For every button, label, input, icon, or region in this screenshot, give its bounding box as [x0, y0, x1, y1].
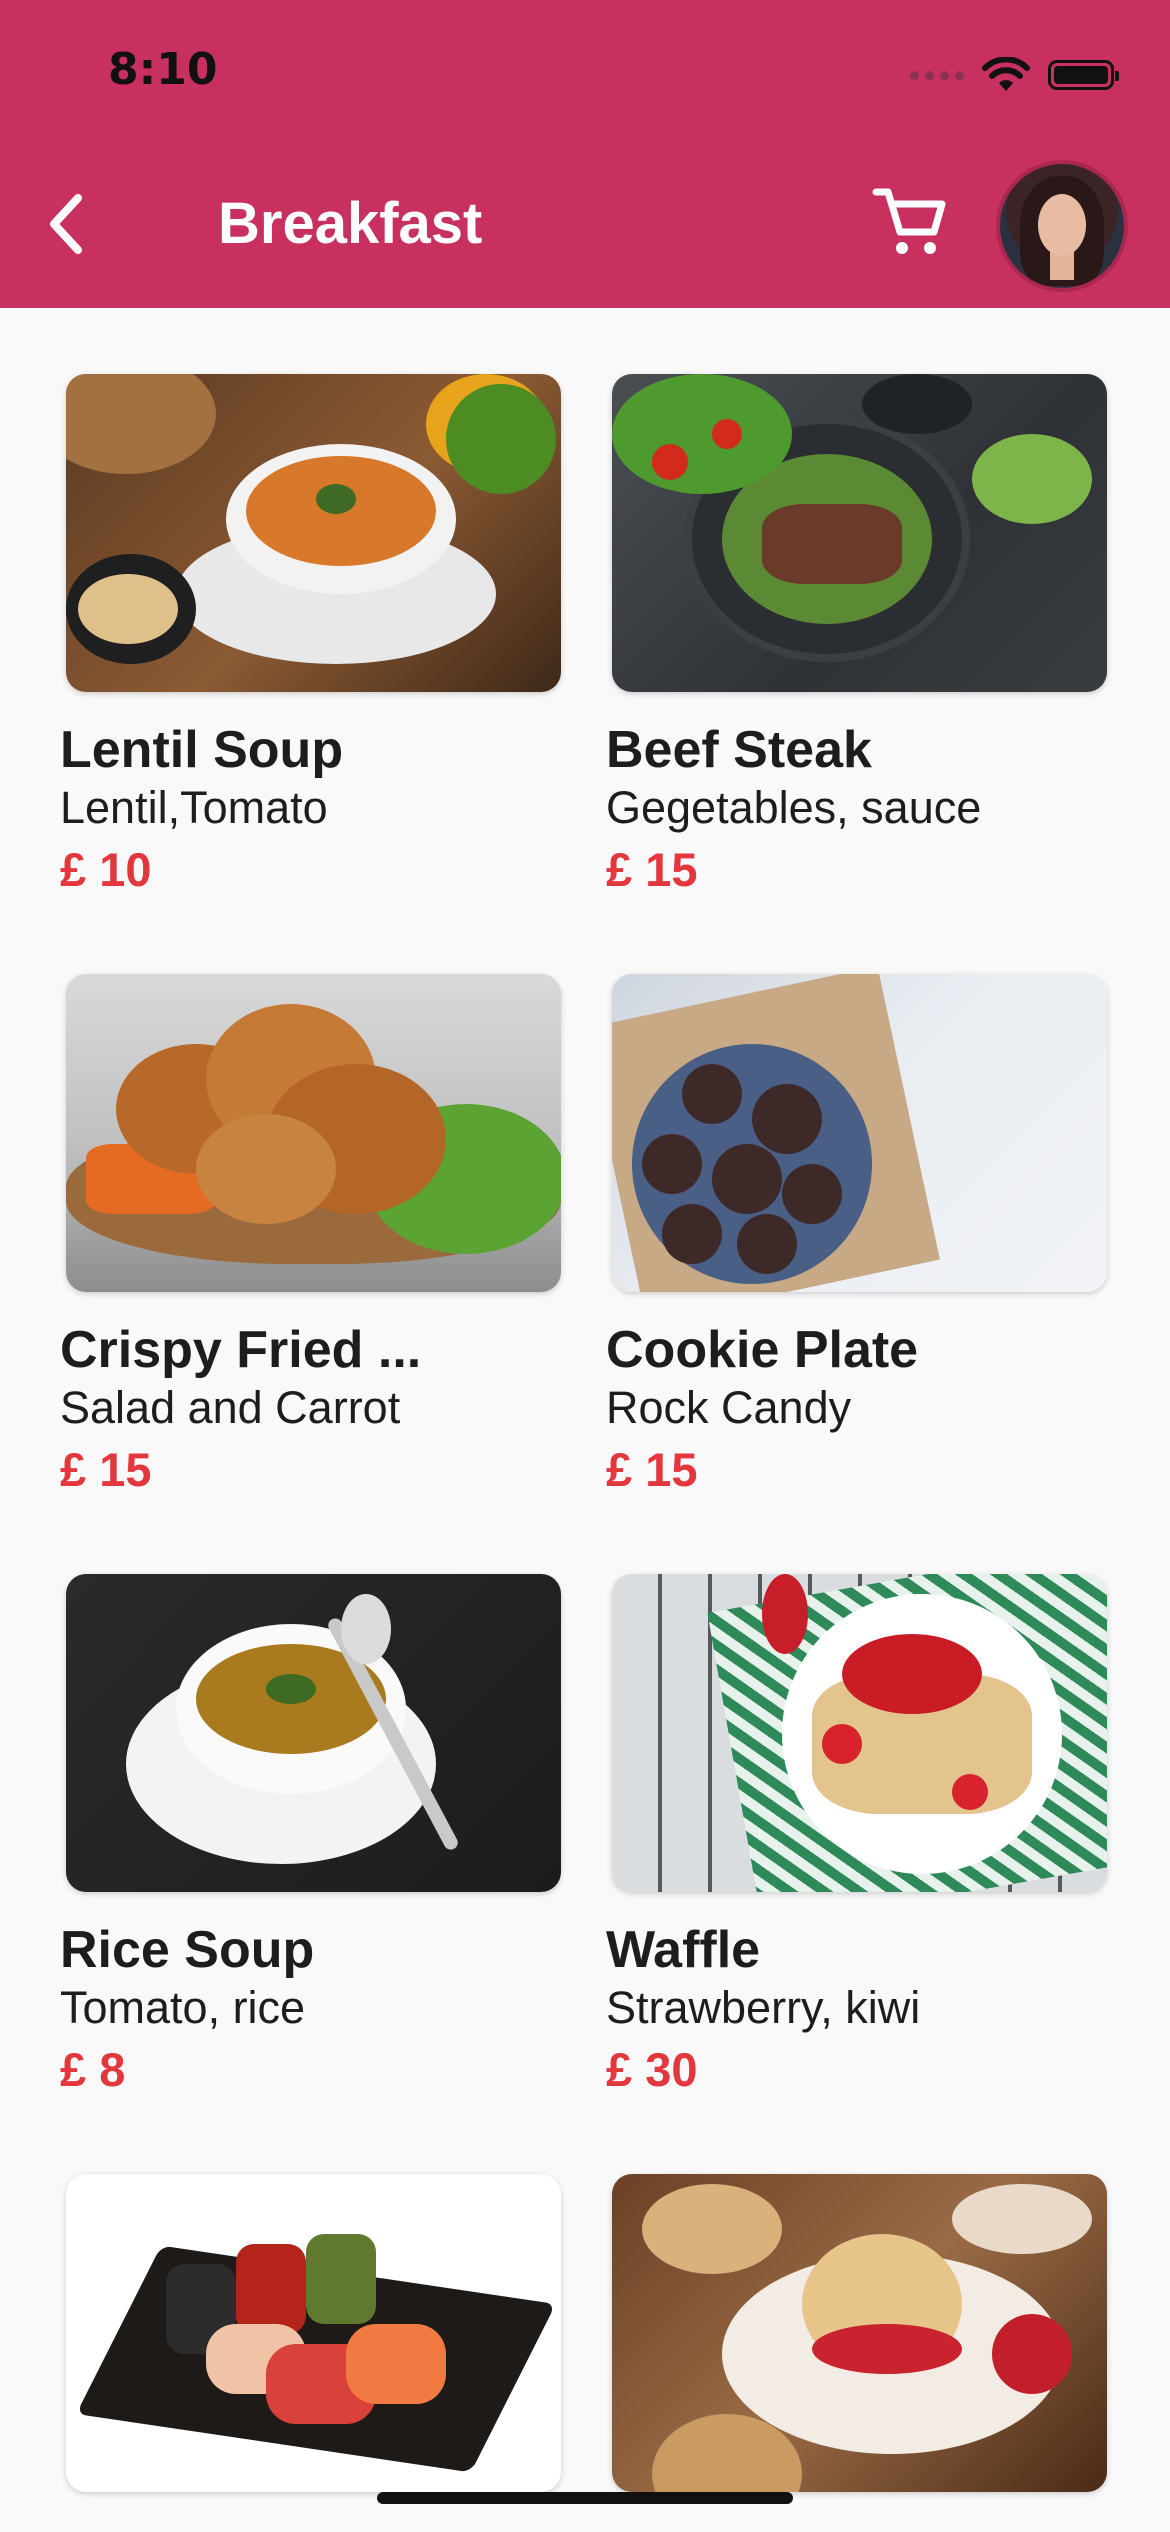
food-subtitle: Gegetables, sauce: [606, 782, 982, 833]
battery-icon: [1048, 60, 1119, 90]
food-title: Waffle: [606, 1921, 761, 1979]
food-title: Cookie Plate: [606, 1321, 919, 1379]
food-card[interactable]: Cookie Plate Rock Candy £ 15: [606, 974, 1107, 1496]
food-card[interactable]: Rice Soup Tomato, rice £ 8: [60, 1574, 561, 2096]
status-time: 8:10: [108, 44, 218, 95]
signal-icon: [910, 70, 964, 80]
food-image-lentil-soup: [66, 374, 561, 692]
food-card[interactable]: [66, 2174, 561, 2492]
food-image-pastry: [612, 2174, 1107, 2492]
food-image-cookie-plate: [612, 974, 1107, 1292]
food-price: £ 30: [606, 2043, 698, 2096]
food-title: Lentil Soup: [60, 721, 344, 779]
food-subtitle: Strawberry, kiwi: [606, 1982, 921, 2033]
wifi-icon: [982, 57, 1030, 91]
food-card[interactable]: Lentil Soup Lentil,Tomato £ 10: [60, 374, 561, 896]
back-button[interactable]: [40, 188, 96, 260]
cart-icon: [872, 188, 946, 254]
home-indicator[interactable]: [377, 2492, 793, 2504]
food-card[interactable]: Waffle Strawberry, kiwi £ 30: [606, 1574, 1107, 2096]
food-subtitle: Lentil,Tomato: [60, 782, 328, 833]
food-subtitle: Tomato, rice: [60, 1982, 306, 2033]
food-image-beef-steak: [612, 374, 1107, 692]
food-title: Rice Soup: [60, 1921, 315, 1979]
food-subtitle: Salad and Carrot: [60, 1382, 401, 1433]
food-card[interactable]: [612, 2174, 1107, 2492]
status-icons: [910, 50, 1119, 100]
food-card[interactable]: Beef Steak Gegetables, sauce £ 15: [606, 374, 1107, 896]
food-price: £ 15: [606, 1443, 698, 1496]
avatar[interactable]: [1000, 164, 1124, 288]
chevron-left-icon: [50, 194, 82, 254]
food-image-waffle: [612, 1574, 1107, 1892]
food-price: £ 15: [60, 1443, 152, 1496]
food-price: £ 8: [60, 2043, 126, 2096]
food-title: Beef Steak: [606, 721, 872, 779]
food-image-rice-soup: [66, 1574, 561, 1892]
food-subtitle: Rock Candy: [606, 1382, 852, 1433]
nav-bar: Breakfast: [0, 164, 1170, 288]
food-card[interactable]: Crispy Fried ... Salad and Carrot £ 15: [60, 974, 561, 1496]
food-price: £ 10: [60, 843, 152, 896]
cart-button[interactable]: [870, 182, 950, 262]
food-price: £ 15: [606, 843, 698, 896]
food-image-crispy-fried: [66, 974, 561, 1292]
food-image-sushi: [66, 2174, 561, 2492]
app-header: 8:10 Breakfast: [0, 0, 1170, 308]
page-title: Breakfast: [218, 191, 483, 256]
food-title: Crispy Fried ...: [60, 1321, 422, 1379]
